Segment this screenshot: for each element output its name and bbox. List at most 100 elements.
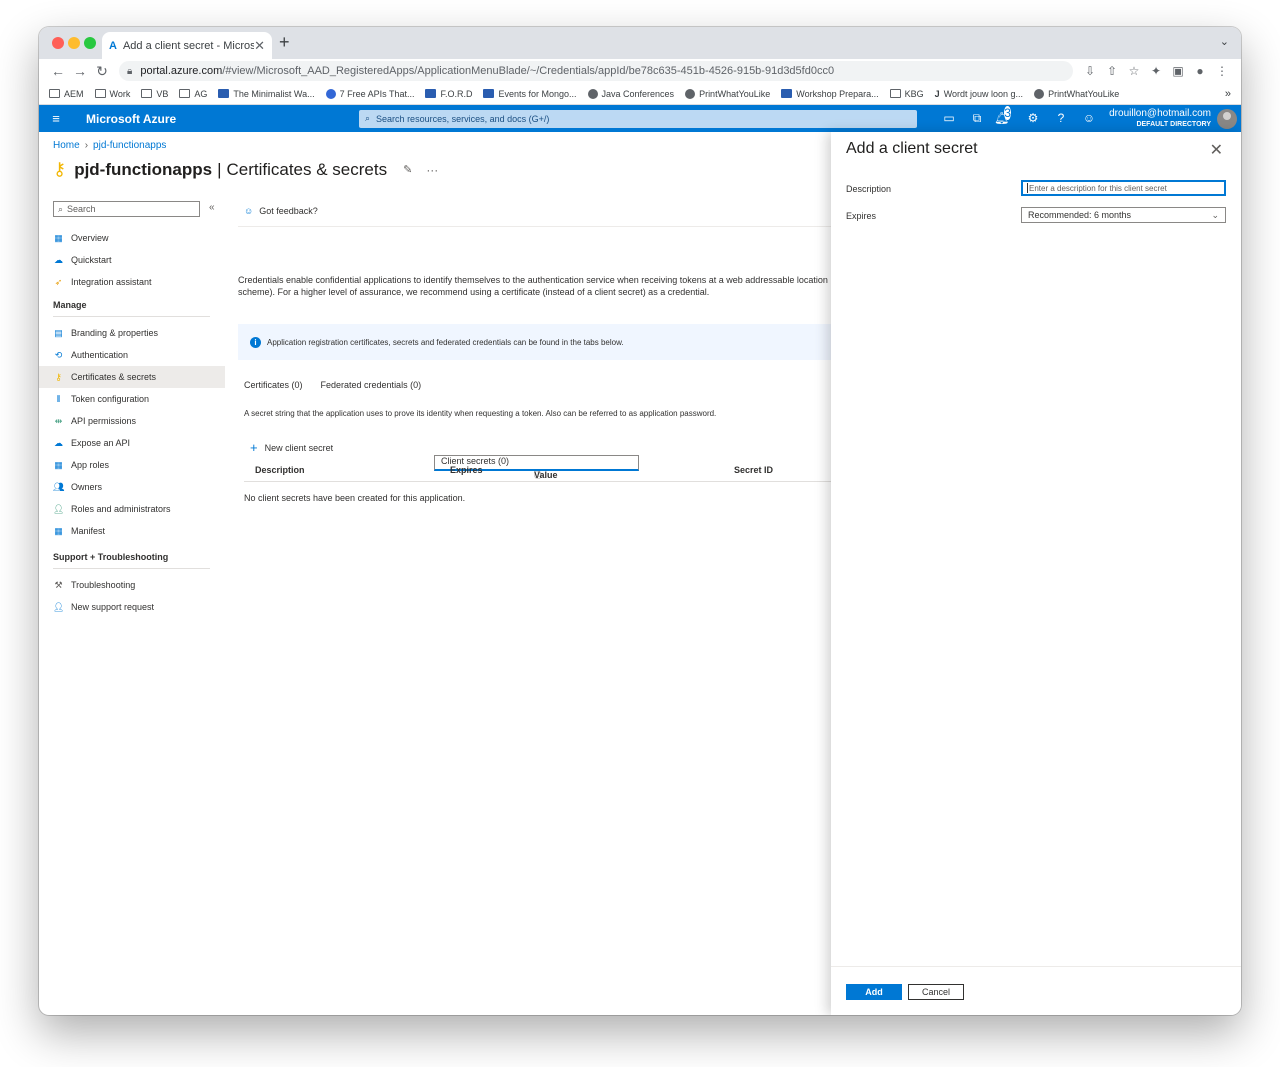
description-line: scheme). For a higher level of assurance… xyxy=(238,287,710,297)
sidebar-item-owners[interactable]: 👥︎ Owners xyxy=(53,476,224,498)
close-window-button[interactable] xyxy=(52,37,64,49)
close-icon[interactable]: ✕ xyxy=(1210,140,1223,160)
sidebar-item-certificates-secrets[interactable]: ⚷ Certificates & secrets xyxy=(39,366,225,388)
collapse-sidebar-icon[interactable]: « xyxy=(209,202,215,213)
bookmark-label: AG xyxy=(194,88,208,99)
sidebar-item-app-roles[interactable]: ▦ App roles xyxy=(53,454,224,476)
browser-menu-icon[interactable]: ⋮ xyxy=(1211,64,1233,78)
sidebar-item-expose-api[interactable]: ☁ Expose an API xyxy=(53,432,224,454)
bookmark-label: PrintWhatYouLike xyxy=(1048,88,1120,99)
text-caret xyxy=(1027,183,1028,193)
browser-tab[interactable]: A Add a client secret - Microsoft ✕ xyxy=(102,32,272,59)
extensions-icon[interactable]: ✦ xyxy=(1145,64,1167,78)
key-icon: ⚷ xyxy=(55,371,62,382)
description-label: Description xyxy=(846,184,892,194)
back-icon[interactable]: ← xyxy=(47,63,69,79)
bookmark-item[interactable]: Workshop Prepara... xyxy=(781,89,879,99)
site-icon xyxy=(218,89,230,98)
feedback-icon[interactable]: ☺ xyxy=(1075,111,1103,126)
pin-icon[interactable]: ✎ xyxy=(403,163,412,176)
bookmark-label: 7 Free APIs That... xyxy=(339,88,415,99)
more-bookmarks-icon[interactable]: » xyxy=(1225,88,1231,100)
bookmark-item[interactable]: Java Conferences xyxy=(587,88,675,99)
new-tab-button[interactable]: + xyxy=(279,32,290,53)
bookmark-item[interactable]: Work xyxy=(94,89,130,99)
sidebar-item-overview[interactable]: ▦ Overview xyxy=(53,227,224,249)
address-bar[interactable]: 🔒︎ portal.azure.com/#view/Microsoft_AAD_… xyxy=(119,61,1073,81)
sidebar-search-input[interactable]: ⌕ Search xyxy=(53,201,200,217)
bookmarks-bar: AEM Work VB AG The Minimalist Wa... 7 Fr… xyxy=(39,83,1241,105)
bookmark-item[interactable]: Events for Mongo... xyxy=(483,88,577,99)
portal-menu-icon[interactable]: ≡ xyxy=(39,111,73,126)
sidebar-item-label: Integration assistant xyxy=(71,277,152,287)
sidebar-item-authentication[interactable]: ⟲ Authentication xyxy=(53,344,224,366)
maximize-window-button[interactable] xyxy=(84,37,96,49)
support-heading: Support + Troubleshooting xyxy=(53,552,210,569)
minimize-window-button[interactable] xyxy=(68,37,80,49)
cancel-button[interactable]: Cancel xyxy=(908,984,964,1000)
expires-dropdown[interactable]: Recommended: 6 months ⌄ xyxy=(1021,207,1226,223)
bookmark-item[interactable]: KBG xyxy=(889,89,924,99)
avatar[interactable] xyxy=(1217,108,1237,129)
bookmark-item[interactable]: J Wordt jouw loon g... xyxy=(935,89,1023,99)
key-icon: ⚷ xyxy=(53,159,67,179)
settings-gear-icon[interactable]: ⚙ xyxy=(1019,111,1047,126)
account-info[interactable]: drouillon@hotmail.com DEFAULT DIRECTORY xyxy=(1109,109,1211,129)
bookmark-item[interactable]: AEM xyxy=(49,89,84,99)
tab-title: Add a client secret - Microsoft xyxy=(122,39,255,52)
bookmark-item[interactable]: The Minimalist Wa... xyxy=(218,89,315,99)
share-icon[interactable]: ⇧ xyxy=(1101,64,1123,78)
add-button[interactable]: Add xyxy=(846,984,902,1000)
sidebar-item-label: Certificates & secrets xyxy=(71,372,157,382)
grid-icon: ▦ xyxy=(54,232,63,243)
sidebar-item-manifest[interactable]: ▦ Manifest xyxy=(53,520,224,542)
sidebar-item-roles-administrators[interactable]: 👤︎ Roles and administrators xyxy=(53,498,224,520)
tab-search-icon[interactable]: ⌄ xyxy=(1220,35,1229,48)
azure-brand[interactable]: Microsoft Azure xyxy=(86,112,359,126)
sidebar-item-quickstart[interactable]: ☁ Quickstart xyxy=(53,249,224,271)
bookmark-item[interactable]: 7 Free APIs That... xyxy=(325,88,415,99)
url-host: portal.azure.com xyxy=(140,65,223,77)
bookmark-item[interactable]: F.O.R.D xyxy=(425,89,472,99)
help-icon[interactable]: ? xyxy=(1047,111,1075,126)
site-icon xyxy=(781,89,793,98)
cloud-shell-icon[interactable]: ▭ xyxy=(935,111,963,126)
info-icon[interactable]: ⓘ xyxy=(534,470,542,481)
breadcrumb-app[interactable]: pjd-functionapps xyxy=(93,140,166,151)
global-search-input[interactable]: ⌕ Search resources, services, and docs (… xyxy=(359,109,917,128)
sidebar-item-api-permissions[interactable]: ⇹ API permissions xyxy=(53,410,224,432)
sidebar-item-new-support-request[interactable]: 👤︎ New support request xyxy=(53,596,224,618)
sidebar-item-troubleshooting[interactable]: ⚒ Troubleshooting xyxy=(53,574,224,596)
bookmark-label: Events for Mongo... xyxy=(498,88,577,99)
breadcrumb-home[interactable]: Home xyxy=(53,140,80,151)
manage-heading: Manage xyxy=(53,300,210,317)
new-client-secret-button[interactable]: + New client secret xyxy=(250,440,333,455)
description-input[interactable]: Enter a description for this client secr… xyxy=(1021,180,1226,196)
feedback-link[interactable]: ☺ Got feedback? xyxy=(244,206,318,216)
url-text: portal.azure.com/#view/Microsoft_AAD_Reg… xyxy=(140,65,834,77)
bookmark-item[interactable]: PrintWhatYouLike xyxy=(685,88,770,99)
forward-icon[interactable]: → xyxy=(69,63,91,79)
bookmark-item[interactable]: VB xyxy=(141,89,168,99)
tab-certificates[interactable]: Certificates (0) xyxy=(244,380,303,394)
directory-filter-icon[interactable]: ⧉ xyxy=(963,111,991,126)
install-icon[interactable]: ⇩ xyxy=(1079,64,1101,78)
sidebar-item-label: Troubleshooting xyxy=(71,580,136,590)
tab-federated-credentials[interactable]: Federated credentials (0) xyxy=(321,380,422,394)
info-banner: i Application registration certificates,… xyxy=(238,324,838,360)
sidebar-item-label: Token configuration xyxy=(71,394,150,404)
bookmark-star-icon[interactable]: ☆ xyxy=(1123,64,1145,78)
sidebar-item-integration-assistant[interactable]: ➶ Integration assistant xyxy=(53,271,224,293)
more-icon[interactable]: ··· xyxy=(426,163,438,177)
bookmark-label: Java Conferences xyxy=(601,88,675,99)
close-tab-icon[interactable]: ✕ xyxy=(254,38,265,54)
new-client-secret-label: New client secret xyxy=(264,442,334,453)
bookmark-item[interactable]: AG xyxy=(179,89,207,99)
notifications-icon[interactable]: 🔔︎3 xyxy=(991,106,1019,126)
reload-icon[interactable]: ↻ xyxy=(91,63,113,80)
sidepanel-icon[interactable]: ▣ xyxy=(1167,64,1189,78)
sidebar-item-token-configuration[interactable]: ⦀ Token configuration xyxy=(53,388,224,410)
sidebar-item-branding[interactable]: ▤ Branding & properties xyxy=(53,322,224,344)
bookmark-item[interactable]: PrintWhatYouLike xyxy=(1034,88,1120,99)
profile-icon[interactable]: ● xyxy=(1189,64,1211,78)
